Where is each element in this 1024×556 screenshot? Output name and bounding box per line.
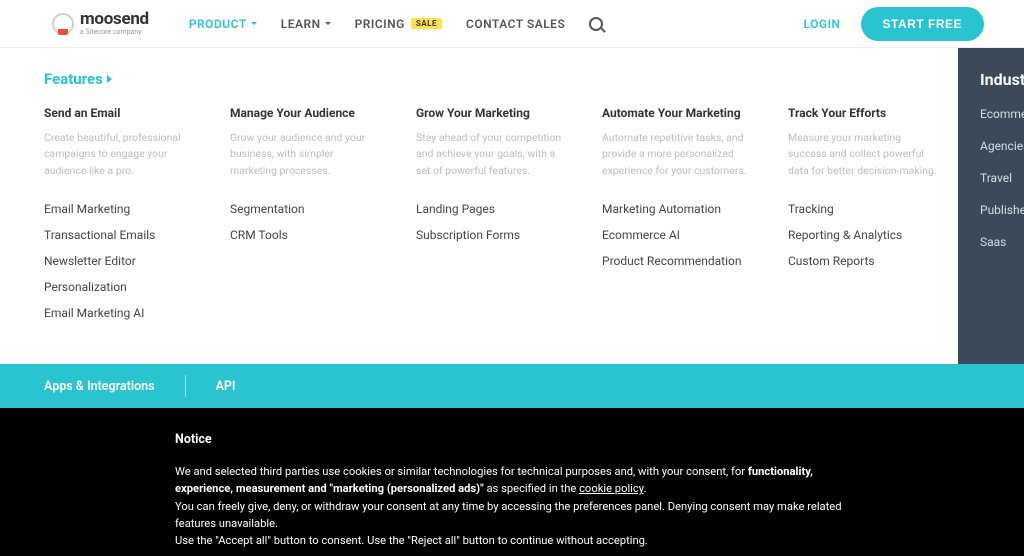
col-title[interactable]: Manage Your Audience [230, 106, 380, 120]
menu-link[interactable]: Segmentation [230, 202, 380, 216]
menu-link[interactable]: Subscription Forms [416, 228, 566, 242]
sale-badge: SALE [411, 18, 442, 29]
menu-link[interactable]: Marketing Automation [602, 202, 752, 216]
divider [185, 375, 186, 397]
cookie-text: We and selected third parties use cookie… [175, 465, 748, 478]
col-desc: Automate repetitive tasks, and provide a… [602, 130, 752, 180]
industry-link[interactable]: Travel [980, 171, 1024, 185]
menu-link[interactable]: Reporting & Analytics [788, 228, 938, 242]
industry-link[interactable]: Saas [980, 235, 1024, 249]
menu-link[interactable]: Transactional Emails [44, 228, 194, 242]
menu-link[interactable]: Newsletter Editor [44, 254, 194, 268]
logo-subtext: a Sitecore company [80, 28, 149, 36]
cookie-policy-link[interactable]: cookie policy [579, 482, 643, 495]
search-icon [589, 17, 603, 31]
logo-icon [52, 13, 74, 35]
logo[interactable]: moosend a Sitecore company [52, 11, 149, 37]
logo-text-wrap: moosend a Sitecore company [80, 11, 149, 37]
mega-main: Features Send an Email Create beautiful,… [0, 48, 958, 364]
login-link[interactable]: LOGIN [804, 17, 841, 31]
menu-link[interactable]: Email Marketing AI [44, 306, 194, 320]
nav-pricing-label: PRICING [355, 17, 405, 31]
industries-title: Industries [980, 70, 1024, 89]
footer-api-link[interactable]: API [216, 379, 266, 394]
menu-link[interactable]: Personalization [44, 280, 194, 294]
caret-right-icon [107, 75, 112, 83]
col-desc: Create beautiful, professional campaigns… [44, 130, 194, 180]
mega-footer: Apps & Integrations API [0, 364, 1024, 408]
mega-menu: Features Send an Email Create beautiful,… [0, 48, 1024, 364]
cookie-notice: Notice We and selected third parties use… [0, 408, 1024, 556]
cookie-text-2: You can freely give, deny, or withdraw y… [175, 498, 845, 533]
col-title[interactable]: Track Your Efforts [788, 106, 938, 120]
industry-link[interactable]: Publishers [980, 203, 1024, 217]
industry-link[interactable]: Agencies [980, 139, 1024, 153]
menu-link[interactable]: Custom Reports [788, 254, 938, 268]
footer-apps-link[interactable]: Apps & Integrations [44, 379, 185, 394]
nav-product-label: PRODUCT [189, 17, 247, 31]
col-automate-marketing: Automate Your Marketing Automate repetit… [602, 106, 752, 332]
main-nav: PRODUCT LEARN PRICING SALE CONTACT SALES [189, 17, 603, 31]
cookie-text-3: Use the "Accept all" button to consent. … [175, 532, 845, 549]
menu-link[interactable]: Landing Pages [416, 202, 566, 216]
industries-panel: Industries Ecommerce Agencies Travel Pub… [958, 48, 1024, 364]
col-desc: Measure your marketing success and colle… [788, 130, 938, 180]
col-track-efforts: Track Your Efforts Measure your marketin… [788, 106, 938, 332]
col-title[interactable]: Automate Your Marketing [602, 106, 752, 120]
nav-search[interactable] [589, 17, 603, 31]
industry-link[interactable]: Ecommerce [980, 107, 1024, 121]
nav-contact-label: CONTACT SALES [466, 17, 565, 31]
col-send-email: Send an Email Create beautiful, professi… [44, 106, 194, 332]
cookie-text-1: We and selected third parties use cookie… [175, 463, 845, 498]
menu-link[interactable]: Ecommerce AI [602, 228, 752, 242]
col-manage-audience: Manage Your Audience Grow your audience … [230, 106, 380, 332]
menu-link[interactable]: Tracking [788, 202, 938, 216]
cookie-title: Notice [175, 432, 845, 447]
menu-columns: Send an Email Create beautiful, professi… [44, 106, 938, 332]
menu-link[interactable]: CRM Tools [230, 228, 380, 242]
caret-down-icon [251, 22, 257, 25]
nav-product[interactable]: PRODUCT [189, 17, 257, 31]
features-title-label: Features [44, 70, 103, 88]
nav-contact[interactable]: CONTACT SALES [466, 17, 565, 31]
col-desc: Stay ahead of your competition and achie… [416, 130, 566, 180]
top-header: moosend a Sitecore company PRODUCT LEARN… [0, 0, 1024, 48]
cookie-text: as specified in the [484, 482, 579, 495]
features-title[interactable]: Features [44, 70, 938, 88]
col-title[interactable]: Send an Email [44, 106, 194, 120]
logo-text: moosend [80, 11, 149, 29]
col-grow-marketing: Grow Your Marketing Stay ahead of your c… [416, 106, 566, 332]
nav-learn-label: LEARN [281, 17, 321, 31]
start-free-button[interactable]: START FREE [861, 7, 984, 41]
nav-learn[interactable]: LEARN [281, 17, 331, 31]
menu-link[interactable]: Product Recommendation [602, 254, 752, 268]
header-right: LOGIN START FREE [804, 7, 984, 41]
menu-link[interactable]: Email Marketing [44, 202, 194, 216]
caret-down-icon [325, 22, 331, 25]
nav-pricing[interactable]: PRICING SALE [355, 17, 442, 31]
col-title[interactable]: Grow Your Marketing [416, 106, 566, 120]
col-desc: Grow your audience and your business, wi… [230, 130, 380, 180]
